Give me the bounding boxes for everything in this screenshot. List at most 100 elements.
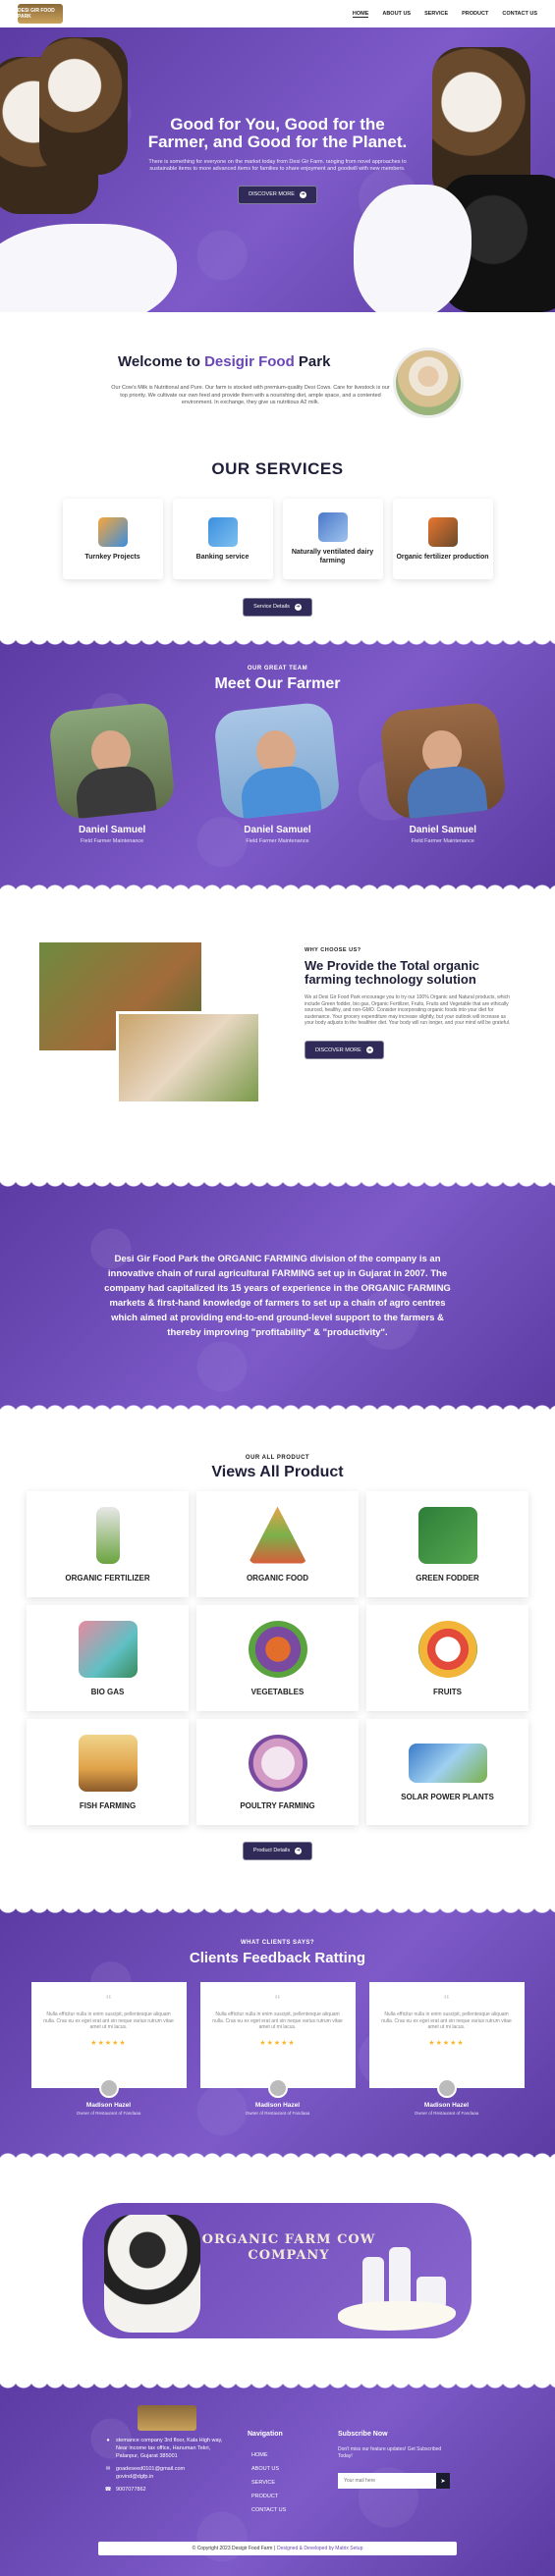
feedback-item: “ Nulla efficitur nulla in enim suscipit… xyxy=(199,1982,356,2116)
arrow-right-icon: ➜ xyxy=(365,1046,373,1053)
fruits-wreath-icon xyxy=(417,1620,477,1678)
promo-title: ORGANIC FARM COW COMPANY xyxy=(201,2232,376,2263)
site-logo[interactable]: DESI GIR FOOD PARK xyxy=(18,4,63,24)
fisherman-icon xyxy=(78,1734,138,1792)
service-card-turnkey[interactable]: Turnkey Projects xyxy=(62,499,163,579)
milk-can-icon xyxy=(317,512,348,542)
nav-about[interactable]: ABOUT US xyxy=(382,11,411,18)
feedback-list: “ Nulla efficitur nulla in enim suscipit… xyxy=(0,1982,555,2116)
product-card-fish-farming[interactable]: FISH FARMING xyxy=(27,1719,189,1825)
torn-edge-top xyxy=(0,2379,555,2390)
fodder-tray-icon xyxy=(417,1506,477,1564)
product-card-fruits[interactable]: FRUITS xyxy=(366,1605,528,1711)
services-list: Turnkey Projects Banking service Natural… xyxy=(0,499,555,579)
feedback-card: “ Nulla efficitur nulla in enim suscipit… xyxy=(199,1982,356,2098)
hero-discover-button[interactable]: DISCOVER MORE ➜ xyxy=(238,185,317,204)
torn-edge-top xyxy=(0,635,555,647)
subscribe-email-input[interactable] xyxy=(338,2473,436,2489)
location-pin-icon: ● xyxy=(106,2438,110,2443)
service-card-fertilizer[interactable]: Organic fertilizer production xyxy=(392,499,493,579)
milk-splash xyxy=(338,2301,456,2331)
farmer-card: Daniel Samuel Field Farmer Maintenance xyxy=(47,701,177,844)
hero-section: Good for You, Good for the Farmer, and G… xyxy=(0,27,555,312)
feedback-card: “ Nulla efficitur nulla in enim suscipit… xyxy=(30,1982,187,2098)
vegetables-icon xyxy=(248,1620,307,1678)
phone-icon: ☎ xyxy=(104,2487,112,2493)
farmer-photo xyxy=(213,701,342,821)
subscribe-title: Subscribe Now xyxy=(338,2431,388,2438)
product-details-button[interactable]: Product Details ➜ xyxy=(242,1841,313,1860)
service-details-label: Service Details xyxy=(253,604,290,610)
farmer-list: Daniel Samuel Field Farmer Maintenance D… xyxy=(0,701,555,844)
feedback-item: “ Nulla efficitur nulla in enim suscipit… xyxy=(30,1982,187,2116)
footer-link-product[interactable]: PRODUCT xyxy=(251,2490,286,2503)
why-content: WHY CHOOSE US? We Provide the Total orga… xyxy=(305,947,511,1059)
footer-logo[interactable] xyxy=(138,2405,196,2431)
rating-stars-icon: ★★★★★ xyxy=(90,2039,127,2047)
product-card-solar-power-plants[interactable]: SOLAR POWER PLANTS xyxy=(366,1719,528,1825)
rating-stars-icon: ★★★★★ xyxy=(259,2039,296,2047)
avatar xyxy=(436,2078,457,2098)
hero-discover-label: DISCOVER MORE xyxy=(249,191,295,197)
copyright-bar: © Copyright 2023 Desigir Food Farm | Desi… xyxy=(98,2542,457,2555)
arrow-right-icon: ➜ xyxy=(299,190,306,198)
welcome-title: Welcome to Desigir Food Park xyxy=(118,353,330,370)
footer-nav-title: Navigation xyxy=(248,2431,283,2438)
service-label: Banking service xyxy=(195,553,250,561)
product-card-bio-gas[interactable]: BIO GAS xyxy=(27,1605,189,1711)
torn-edge-top xyxy=(0,1177,555,1189)
footer-link-home[interactable]: HOME xyxy=(251,2448,286,2462)
product-card-poultry-farming[interactable]: POULTRY FARMING xyxy=(196,1719,359,1825)
farmer-name: Daniel Samuel xyxy=(409,825,476,835)
product-card-organic-food[interactable]: ORGANIC FOOD xyxy=(196,1491,359,1597)
nav-home[interactable]: HOME xyxy=(352,11,369,18)
bio-gas-plant-icon xyxy=(78,1620,138,1678)
feedback-role: Owner of Restaurant of Fandaaa xyxy=(414,2111,479,2116)
clipboard-icon xyxy=(97,516,128,547)
send-icon[interactable]: ➤ xyxy=(436,2473,450,2489)
farmer-woman-image xyxy=(116,1011,261,1104)
product-card-green-fodder[interactable]: GREEN FODDER xyxy=(366,1491,528,1597)
service-label: Naturally ventilated dairy farming xyxy=(291,549,374,564)
service-details-button[interactable]: Service Details ➜ xyxy=(243,597,312,617)
products-title: Views All Product xyxy=(211,1464,344,1480)
product-label: GREEN FODDER xyxy=(416,1573,479,1583)
footer-link-about[interactable]: ABOUT US xyxy=(251,2462,286,2476)
products-section: OUR ALL PRODUCT Views All Product ORGANI… xyxy=(0,1414,555,1905)
nav-product[interactable]: PRODUCT xyxy=(462,11,488,18)
footer-link-service[interactable]: SERVICE xyxy=(251,2476,286,2490)
credit-link[interactable]: Designed & Developed by Matrix Setup xyxy=(277,2546,362,2551)
quote-icon: “ xyxy=(443,1993,450,2010)
farmer-photo xyxy=(378,701,508,821)
subscribe-text: Don't miss our feature updates! Get Subs… xyxy=(338,2446,442,2459)
service-card-dairy[interactable]: Naturally ventilated dairy farming xyxy=(282,499,383,579)
poultry-icon xyxy=(248,1734,307,1792)
farmer-photo xyxy=(47,701,177,821)
feedback-text: Nulla efficitur nulla in enim suscipit, … xyxy=(381,2012,512,2030)
service-card-banking[interactable]: Banking service xyxy=(172,499,273,579)
footer-phone[interactable]: 9007077862 xyxy=(116,2486,146,2494)
farmer-card: Daniel Samuel Field Farmer Maintenance xyxy=(213,701,342,844)
product-card-vegetables[interactable]: VEGETABLES xyxy=(196,1605,359,1711)
product-label: FISH FARMING xyxy=(79,1800,137,1810)
site-footer: ● stemance company 3rd floor, Kala High w… xyxy=(0,2379,555,2576)
footer-email-2[interactable]: govind@dgfp.in xyxy=(116,2474,153,2480)
product-card-organic-fertilizer[interactable]: ORGANIC FERTILIZER xyxy=(27,1491,189,1597)
welcome-avatar xyxy=(393,348,464,418)
nav-service[interactable]: SERVICE xyxy=(424,11,448,18)
farmer-name: Daniel Samuel xyxy=(78,825,146,835)
milk-bottle-image xyxy=(389,2247,411,2306)
feedback-name: Madison Hazel xyxy=(85,2102,132,2109)
why-discover-button[interactable]: DISCOVER MORE ➜ xyxy=(305,1041,384,1059)
footer-link-contact[interactable]: CONTACT US xyxy=(251,2503,286,2517)
solar-panel-icon xyxy=(408,1743,487,1783)
products-eyebrow: OUR ALL PRODUCT xyxy=(245,1455,310,1461)
why-discover-label: DISCOVER MORE xyxy=(315,1046,361,1053)
nav-contact[interactable]: CONTACT US xyxy=(502,11,537,18)
hero-cow-left2-image xyxy=(39,37,128,175)
footer-email-1[interactable]: goadeseed0101@gmail.com xyxy=(116,2466,185,2472)
farmer-card: Daniel Samuel Field Farmer Maintenance xyxy=(378,701,508,844)
cow-image xyxy=(104,2215,200,2333)
farmers-eyebrow: OUR GREAT TEAM xyxy=(247,666,308,671)
feedback-item: “ Nulla efficitur nulla in enim suscipit… xyxy=(368,1982,525,2116)
